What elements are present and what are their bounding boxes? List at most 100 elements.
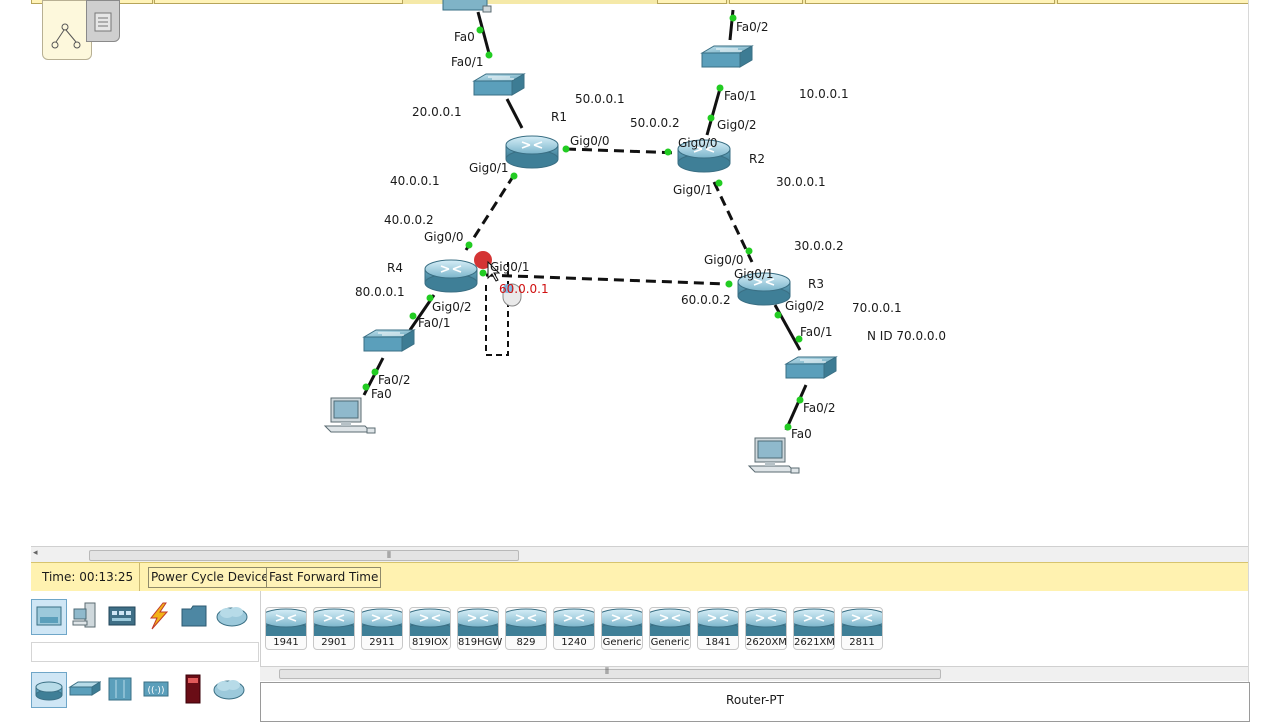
device-model-819hgw[interactable]: 819HGW	[451, 607, 505, 650]
device-model-list: 1941 2901 2911 819IOX 819HGW 829 1240 Ge…	[259, 591, 1249, 671]
scrollbar-thumb[interactable]: ⦀	[279, 667, 941, 679]
device-model-generic[interactable]: Generic	[595, 607, 649, 650]
network-devices-icon	[36, 606, 62, 626]
subcategory-switches[interactable]	[67, 672, 101, 706]
device-model-label: 819HGW	[458, 637, 503, 648]
device-model-1841[interactable]: 1841	[691, 607, 745, 650]
logical-workspace[interactable]: R1 R2 R3 R4 Fa0 Fa0/1 Gig0/0 Gig0/1 Fa0/…	[31, 0, 1248, 546]
device-model-1941[interactable]: 1941	[259, 607, 313, 650]
address-label: 30.0.0.2	[794, 239, 844, 253]
subcategory-routers[interactable]	[31, 672, 67, 708]
port-label: Fa0/2	[736, 20, 768, 34]
port-label: Gig0/0	[678, 136, 718, 150]
components-icon	[108, 606, 136, 626]
link-top-right-sw	[728, 9, 735, 41]
viewport-icon[interactable]	[86, 0, 120, 42]
category-connections[interactable]	[141, 599, 175, 633]
top-right-switch[interactable]	[701, 45, 753, 68]
topology-canvas[interactable]: R1 R2 R3 R4 Fa0 Fa0/1 Gig0/0 Gig0/1 Fa0/…	[31, 0, 1248, 546]
address-label: 20.0.0.1	[412, 105, 462, 119]
label-r3: R3	[808, 277, 824, 291]
subcategory-wireless[interactable]: ((·))	[139, 672, 173, 706]
router-icon	[787, 608, 841, 642]
subcategory-wan-emulation[interactable]	[212, 672, 246, 706]
port-label: Fa0/1	[800, 325, 832, 339]
device-selection-panel: ((·)) 1941 2901 2911 819IOX 819HGW 829 1…	[31, 591, 1250, 722]
device-model-2911[interactable]: 2911	[355, 607, 409, 650]
left-pc[interactable]	[324, 397, 376, 434]
port-label: Gig0/1	[673, 183, 713, 197]
topology-icon	[51, 23, 81, 49]
link-r1-r2	[565, 147, 681, 155]
address-label: 40.0.0.2	[384, 213, 434, 227]
router-icon	[691, 608, 745, 642]
subcategory-hubs[interactable]	[103, 672, 137, 706]
address-label: 80.0.0.1	[355, 285, 405, 299]
address-label: 50.0.0.2	[630, 116, 680, 130]
device-model-2901[interactable]: 2901	[307, 607, 361, 650]
firewall-icon	[185, 674, 201, 704]
right-switch[interactable]	[785, 356, 837, 379]
device-model-2620xm[interactable]: 2620XM	[739, 607, 793, 650]
router-icon	[499, 608, 553, 642]
power-cycle-devices-button[interactable]: Power Cycle Devices	[148, 567, 278, 588]
top-pc[interactable]	[442, 0, 492, 13]
category-components[interactable]	[105, 599, 139, 633]
network-id-label: N ID 70.0.0.0	[867, 329, 946, 343]
router-r4[interactable]	[424, 259, 478, 293]
link-r1-r4	[464, 174, 516, 251]
device-model-generic[interactable]: Generic	[643, 607, 697, 650]
device-model-2621xm[interactable]: 2621XM	[787, 607, 841, 650]
category-end-devices[interactable]	[69, 599, 103, 633]
port-label: Fa0	[371, 387, 392, 401]
device-model-2811[interactable]: 2811	[835, 607, 889, 650]
link-top-pc-sw	[476, 11, 492, 58]
address-label: 50.0.0.1	[575, 92, 625, 106]
subcategory-security[interactable]	[176, 672, 210, 706]
port-label: Fa0/1	[451, 55, 483, 69]
label-r4: R4	[387, 261, 403, 275]
device-model-label: Generic	[650, 637, 690, 648]
port-label: Fa0/1	[724, 89, 756, 103]
router-icon	[595, 608, 649, 642]
router-r1[interactable]	[505, 135, 559, 169]
port-label: Gig0/1	[734, 267, 774, 281]
left-switch[interactable]	[363, 329, 415, 352]
router-icon	[739, 608, 793, 642]
folder-icon	[181, 605, 207, 627]
port-label: Gig0/2	[785, 299, 825, 313]
device-model-819iox[interactable]: 819IOX	[403, 607, 457, 650]
hub-icon	[108, 677, 132, 701]
category-multiuser[interactable]	[215, 599, 249, 633]
cloud-icon	[216, 607, 248, 627]
workspace-horizontal-scrollbar[interactable]: ◂ ⦀	[31, 546, 1248, 563]
selected-device-name: Router-PT	[726, 693, 784, 707]
divider	[139, 563, 140, 591]
device-model-label: 829	[516, 637, 536, 648]
right-pc[interactable]	[748, 437, 800, 474]
scrollbar-thumb[interactable]: ⦀	[89, 550, 519, 561]
category-miscellaneous[interactable]	[177, 599, 211, 633]
category-network-devices[interactable]	[31, 599, 67, 635]
port-label: Gig0/2	[717, 118, 757, 132]
scroll-left-arrow-icon[interactable]: ◂	[33, 548, 38, 558]
right-margin	[1248, 0, 1280, 720]
top-switch[interactable]	[473, 73, 525, 96]
port-label: Gig0/1	[490, 260, 530, 274]
svg-text:((·)): ((·))	[148, 686, 165, 696]
device-model-label: 2620XM	[746, 637, 787, 648]
port-label: Gig0/0	[570, 134, 610, 148]
category-search-field[interactable]	[31, 642, 259, 662]
logical-view-button[interactable]	[42, 0, 92, 60]
address-label: 40.0.0.1	[390, 174, 440, 188]
grip-icon: ⦀	[387, 551, 391, 561]
list-icon	[94, 12, 112, 32]
device-model-1240[interactable]: 1240	[547, 607, 601, 650]
device-model-label: 819IOX	[411, 637, 449, 648]
fast-forward-time-button[interactable]: Fast Forward Time	[266, 567, 382, 588]
router-icon	[643, 608, 697, 642]
router-icon	[835, 608, 889, 642]
grip-icon: ⦀	[605, 667, 609, 677]
device-list-scrollbar[interactable]: ⦀	[260, 666, 1248, 681]
device-model-829[interactable]: 829	[499, 607, 553, 650]
